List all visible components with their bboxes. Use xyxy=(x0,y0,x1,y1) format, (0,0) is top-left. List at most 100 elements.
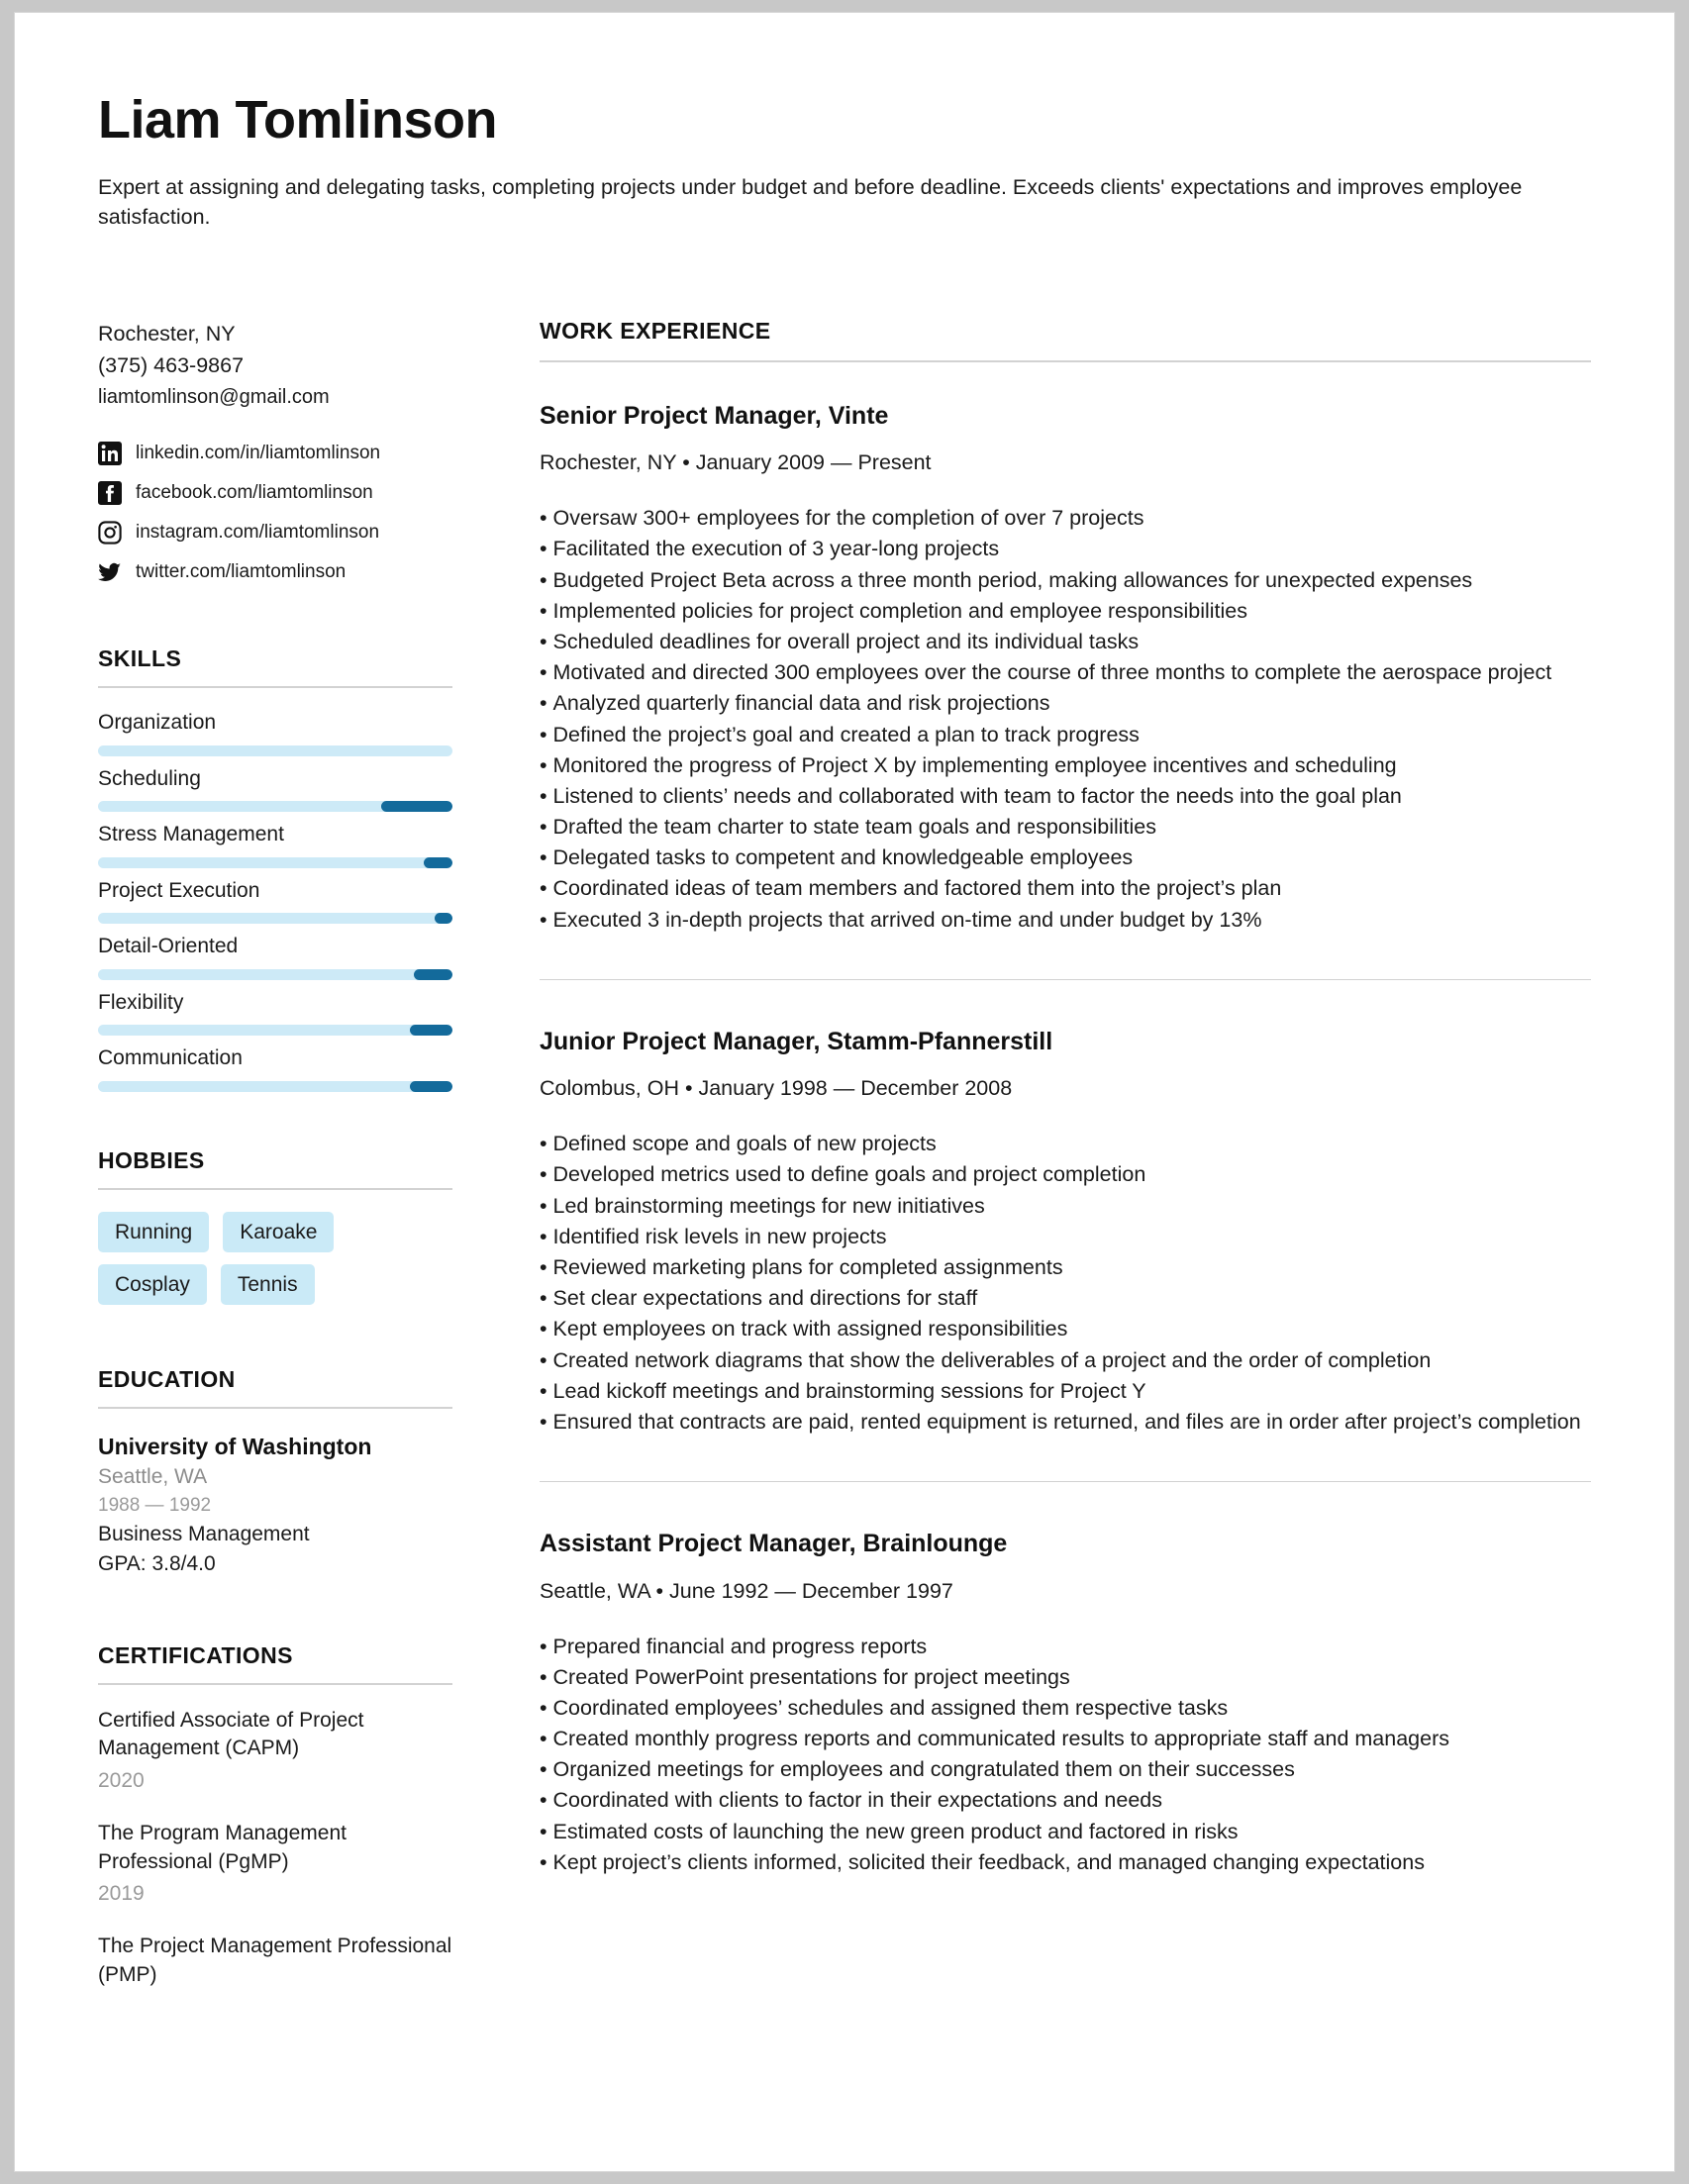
linkedin-icon xyxy=(98,442,122,466)
contact-email: liamtomlinson@gmail.com xyxy=(98,386,330,409)
job-title: Assistant Project Manager, Brainlounge xyxy=(540,1530,1008,1558)
job-bullet: Delegated tasks to competent and knowled… xyxy=(540,843,1591,873)
job-bullet: Facilitated the execution of 3 year-long… xyxy=(540,534,1591,564)
job-bullet: Listened to clients’ needs and collabora… xyxy=(540,781,1591,812)
job-bullet: Developed metrics used to define goals a… xyxy=(540,1159,1591,1190)
certifications-heading: CERTIFICATIONS xyxy=(98,1642,293,1669)
job-bullet: Organized meetings for employees and con… xyxy=(540,1754,1591,1785)
job-bullet: Created monthly progress reports and com… xyxy=(540,1724,1591,1754)
hobby-chip: Karoake xyxy=(223,1211,335,1252)
certifications-list: Certified Associate of Project Managemen… xyxy=(98,1707,452,1989)
contact-phone: (375) 463-9867 xyxy=(98,353,245,378)
social-link-twitter[interactable]: twitter.com/liamtomlinson xyxy=(98,552,452,592)
skill-bar-fill xyxy=(413,968,452,980)
job-bullet: Implemented policies for project complet… xyxy=(540,596,1591,627)
job-bullet: Lead kickoff meetings and brainstorming … xyxy=(540,1376,1591,1407)
job-bullet: Created network diagrams that show the d… xyxy=(540,1345,1591,1376)
job-bullets: Oversaw 300+ employees for the completio… xyxy=(540,503,1591,935)
job-bullet: Analyzed quarterly financial data and ri… xyxy=(540,688,1591,719)
section-divider xyxy=(98,686,452,689)
contact-location: Rochester, NY xyxy=(98,321,236,346)
job-bullet: Coordinated employees’ schedules and ass… xyxy=(540,1693,1591,1724)
job-bullet: Ensured that contracts are paid, rented … xyxy=(540,1407,1591,1438)
education-section: EDUCATION University of Washington Seatt… xyxy=(98,1366,452,1579)
social-link-label: instagram.com/liamtomlinson xyxy=(136,522,380,544)
job-bullet: Monitored the progress of Project X by i… xyxy=(540,750,1591,781)
job-bullet: Identified risk levels in new projects xyxy=(540,1222,1591,1252)
section-divider xyxy=(540,359,1591,362)
skill-bar xyxy=(98,913,452,925)
certification-item: The Program Management Professional (PgM… xyxy=(98,1820,452,1909)
resume-content: Liam Tomlinson Expert at assigning and d… xyxy=(15,13,1674,2013)
resume-body: Rochester, NY (375) 463-9867 liamtomlins… xyxy=(98,318,1591,2013)
job-bullet: Kept project’s clients informed, solicit… xyxy=(540,1847,1591,1878)
job-bullet: Oversaw 300+ employees for the completio… xyxy=(540,503,1591,534)
hobby-chip: Tennis xyxy=(220,1263,315,1305)
job-title: Junior Project Manager, Stamm-Pfannersti… xyxy=(540,1027,1053,1055)
skill-bar-fill xyxy=(410,1080,452,1092)
candidate-name: Liam Tomlinson xyxy=(98,90,498,149)
skills-section: SKILLS Organization Scheduling Stress Ma… xyxy=(98,645,452,1092)
job-bullet: Defined scope and goals of new projects xyxy=(540,1129,1591,1159)
education-entry: University of Washington Seattle, WA 198… xyxy=(98,1431,452,1579)
certification-name: Certified Associate of Project Managemen… xyxy=(98,1709,364,1760)
skill-bar-fill xyxy=(435,913,452,925)
skill-item: Scheduling xyxy=(98,764,452,813)
hobbies-section: HOBBIES Running Karoake Cosplay Tennis xyxy=(98,1147,452,1305)
education-school: University of Washington xyxy=(98,1433,372,1459)
skill-label: Flexibility xyxy=(98,990,184,1014)
hobbies-list: Running Karoake Cosplay Tennis xyxy=(98,1211,385,1305)
education-heading: EDUCATION xyxy=(98,1365,236,1392)
professional-summary: Expert at assigning and delegating tasks… xyxy=(98,174,1523,230)
work-experience-heading: WORK EXPERIENCE xyxy=(540,317,771,344)
job-meta: Colombus, OH • January 1998 — December 2… xyxy=(540,1076,1013,1101)
skills-heading: SKILLS xyxy=(98,645,182,672)
education-major: Business Management xyxy=(98,1523,310,1546)
social-link-linkedin[interactable]: linkedin.com/in/liamtomlinson xyxy=(98,434,452,473)
certification-name: The Program Management Professional (PgM… xyxy=(98,1822,347,1873)
job-entry: Senior Project Manager, Vinte Rochester,… xyxy=(540,398,1591,936)
social-link-instagram[interactable]: instagram.com/liamtomlinson xyxy=(98,513,452,552)
education-years: 1988 — 1992 xyxy=(98,1494,212,1516)
skill-bar xyxy=(98,801,452,813)
social-link-label: facebook.com/liamtomlinson xyxy=(136,482,373,504)
skill-bar-fill xyxy=(410,1025,452,1037)
hobbies-heading: HOBBIES xyxy=(98,1146,205,1173)
job-meta: Seattle, WA • June 1992 — December 1997 xyxy=(540,1578,953,1603)
certification-item: The Project Management Professional (PMP… xyxy=(98,1933,452,1989)
social-link-label: linkedin.com/in/liamtomlinson xyxy=(136,443,381,464)
job-bullet: Scheduled deadlines for overall project … xyxy=(540,627,1591,657)
instagram-icon xyxy=(98,521,122,546)
social-link-facebook[interactable]: facebook.com/liamtomlinson xyxy=(98,473,452,513)
section-divider xyxy=(98,1187,452,1190)
job-meta: Rochester, NY • January 2009 — Present xyxy=(540,450,932,475)
social-links: linkedin.com/in/liamtomlinson facebook.c… xyxy=(98,434,452,592)
job-bullet: Coordinated ideas of team members and fa… xyxy=(540,873,1591,904)
job-bullet: Executed 3 in-depth projects that arrive… xyxy=(540,905,1591,936)
job-bullet: Drafted the team charter to state team g… xyxy=(540,812,1591,843)
skill-bar xyxy=(98,745,452,756)
skill-item: Flexibility xyxy=(98,988,452,1037)
job-bullet: Set clear expectations and directions fo… xyxy=(540,1283,1591,1314)
skill-item: Communication xyxy=(98,1043,452,1092)
skill-bar xyxy=(98,1025,452,1037)
skill-bar-fill xyxy=(381,801,452,813)
skill-bar xyxy=(98,856,452,868)
section-divider xyxy=(98,1406,452,1409)
job-divider xyxy=(540,978,1591,980)
section-divider xyxy=(98,1683,452,1686)
job-bullet: Kept employees on track with assigned re… xyxy=(540,1314,1591,1344)
work-experience-header: WORK EXPERIENCE xyxy=(540,318,1591,362)
job-bullet: Motivated and directed 300 employees ove… xyxy=(540,657,1591,688)
skill-item: Stress Management xyxy=(98,820,452,868)
work-experience-list: Senior Project Manager, Vinte Rochester,… xyxy=(540,398,1591,1878)
skills-list: Organization Scheduling Stress Managemen… xyxy=(98,708,452,1092)
job-bullet: Reviewed marketing plans for completed a… xyxy=(540,1252,1591,1283)
skill-item: Project Execution xyxy=(98,876,452,925)
twitter-icon xyxy=(98,560,122,584)
hobby-chip: Cosplay xyxy=(98,1263,207,1305)
education-gpa: GPA: 3.8/4.0 xyxy=(98,1552,216,1576)
skill-label: Scheduling xyxy=(98,766,201,790)
job-entry: Assistant Project Manager, Brainlounge S… xyxy=(540,1526,1591,1878)
certification-item: Certified Associate of Project Managemen… xyxy=(98,1707,452,1796)
